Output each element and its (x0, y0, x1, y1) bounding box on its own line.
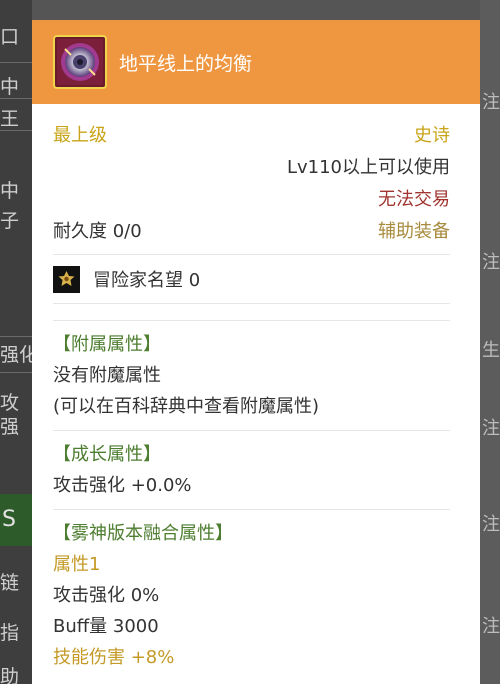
item-details: 最上级 史诗 Lv110以上可以使用 无法交易 耐久度 0/0 辅助装备 冒险家… (32, 104, 480, 673)
durability: 耐久度 0/0 (53, 221, 142, 242)
fusion-subtitle: 属性1 (53, 554, 101, 575)
fame-row: 冒险家名望 0 (53, 255, 450, 303)
background-text: 注 (482, 616, 500, 637)
item-name: 地平线上的均衡 (119, 52, 253, 75)
trade-status: 无法交易 (378, 189, 450, 210)
background-text: 王 (0, 108, 20, 130)
item-rarity: 史诗 (414, 125, 450, 146)
item-grade: 最上级 (53, 125, 107, 146)
background-text: 注 (482, 252, 500, 273)
background-text: 指 (0, 622, 20, 644)
background-text: 攻 (0, 392, 20, 414)
enchant-section-title: 【附属属性】 (53, 334, 161, 355)
background-text: 链 (0, 572, 20, 594)
growth-line: 攻击强化 +0.0% (53, 475, 192, 496)
fusion-line: Buff量 3000 (53, 616, 159, 637)
background-divider (0, 372, 32, 373)
background-text: 子 (0, 210, 20, 232)
background-text: 生 (482, 340, 500, 361)
background-green-button: S (0, 494, 32, 546)
enchant-line: (可以在百科辞典中查看附魔属性) (53, 396, 320, 417)
fusion-highlight-line: 技能伤害 +8% (53, 647, 175, 668)
background-text: 口 (0, 26, 20, 48)
background-text: 助 (0, 666, 20, 684)
durability-row: 耐久度 0/0 辅助装备 (53, 214, 450, 246)
background-top-bar (32, 0, 480, 20)
background-divider (0, 130, 32, 131)
fusion-section-title: 【雾神版本融合属性】 (53, 523, 233, 544)
background-text: 强化 (0, 344, 32, 366)
item-header: 地平线上的均衡 (32, 20, 480, 104)
background-divider (0, 98, 32, 99)
background-text: 注 (482, 418, 500, 439)
enchant-line: 没有附魔属性 (53, 365, 161, 386)
fame-value: 冒险家名望 0 (93, 270, 201, 291)
fame-crest-icon (53, 265, 80, 293)
background-text: 中 (0, 180, 20, 202)
level-requirement-row: Lv110以上可以使用 (53, 150, 450, 182)
background-right-column: 注 注 生 注 注 注 (480, 0, 500, 684)
trade-row: 无法交易 (53, 182, 450, 214)
level-requirement: Lv110以上可以使用 (286, 157, 450, 178)
background-text: 注 (482, 92, 500, 113)
grade-row: 最上级 史诗 (53, 118, 450, 150)
background-divider (0, 62, 32, 63)
eye-orb-icon (53, 35, 107, 89)
background-text: 强 (0, 416, 20, 438)
fusion-line: 攻击强化 0% (53, 585, 160, 606)
background-left-column: 口 中 王 中 子 强化 攻 强 S 链 指 助 (0, 0, 32, 684)
background-text: 中 (0, 76, 20, 98)
item-tooltip-card: 地平线上的均衡 最上级 史诗 Lv110以上可以使用 无法交易 耐久度 0/0 … (32, 20, 480, 684)
background-text: 注 (482, 514, 500, 535)
slot-type: 辅助装备 (378, 221, 450, 242)
background-divider (0, 336, 32, 337)
growth-section-title: 【成长属性】 (53, 444, 161, 465)
